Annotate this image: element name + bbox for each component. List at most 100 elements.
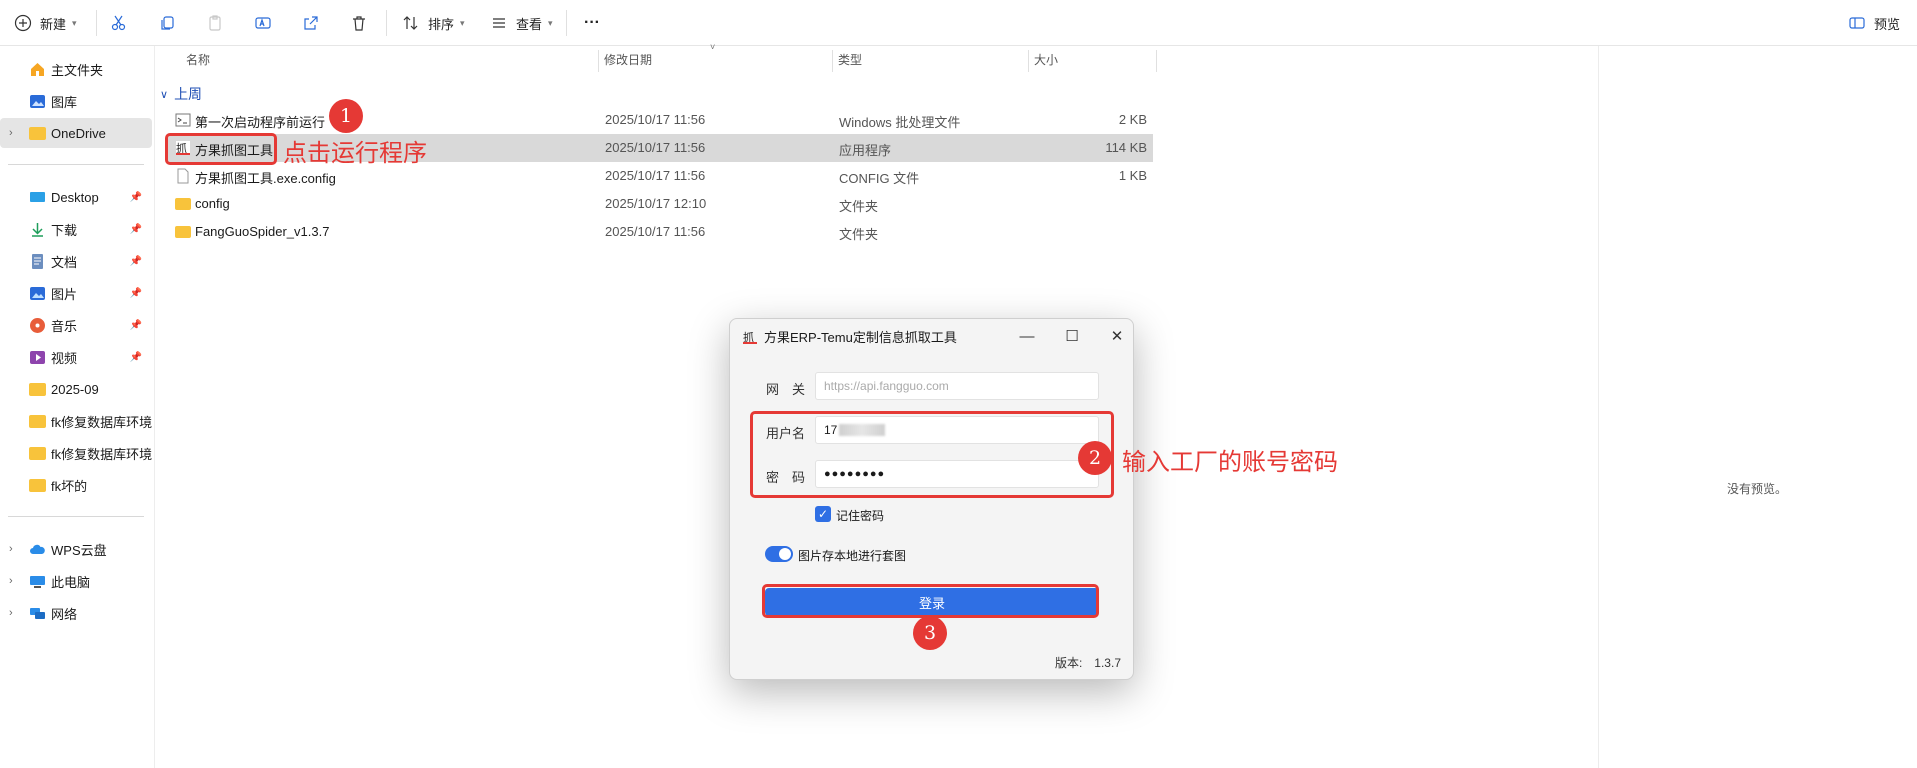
- column-divider[interactable]: [1156, 50, 1157, 72]
- chevron-right-icon: ›: [9, 543, 13, 555]
- close-button[interactable]: ✕: [1102, 324, 1132, 348]
- save-images-toggle[interactable]: [765, 546, 793, 562]
- column-divider[interactable]: [832, 50, 833, 72]
- computer-icon: [30, 575, 45, 588]
- svg-text:抓: 抓: [743, 330, 754, 344]
- plus-icon: [12, 12, 34, 34]
- sidebar-item-label: OneDrive: [51, 125, 106, 141]
- column-divider[interactable]: [1028, 50, 1029, 72]
- sidebar-item-label: 图库: [51, 94, 78, 110]
- rename-button[interactable]: [252, 10, 274, 36]
- preview-pane-divider[interactable]: [1598, 46, 1599, 768]
- sort-icon: [400, 12, 422, 34]
- download-icon: [32, 222, 43, 237]
- share-button[interactable]: [300, 10, 322, 36]
- toolbar-divider: [566, 10, 567, 36]
- delete-button[interactable]: [348, 10, 370, 36]
- more-options-button[interactable]: ···: [584, 10, 600, 36]
- cloud-icon: [30, 544, 45, 554]
- new-button[interactable]: 新建 ▾: [12, 10, 77, 36]
- file-name: 方果抓图工具.exe.config: [195, 171, 336, 186]
- sidebar-item-videos[interactable]: 视频 📌: [0, 342, 152, 372]
- group-header-last-week[interactable]: ∨ 上周: [160, 84, 202, 104]
- folder-icon: [175, 226, 191, 238]
- remember-password-label: 记住密码: [836, 509, 885, 523]
- sidebar-item-music[interactable]: 音乐 📌: [0, 310, 152, 340]
- sidebar-item-network[interactable]: › 网络: [0, 598, 152, 628]
- sidebar-item-folder-fk-broken[interactable]: fk坏的: [0, 470, 152, 500]
- file-date: 2025/10/17 12:10: [605, 196, 707, 211]
- column-divider[interactable]: [598, 50, 599, 72]
- file-row[interactable]: 第一次启动程序前运行 2025/10/17 11:56 Windows 批处理文…: [167, 106, 1153, 134]
- file-size: 114 KB: [1105, 140, 1147, 155]
- paste-button[interactable]: [204, 10, 226, 36]
- toolbar-divider: [386, 10, 387, 36]
- sidebar-item-downloads[interactable]: 下载 📌: [0, 214, 152, 244]
- preview-button[interactable]: 预览: [1846, 10, 1900, 36]
- file-row[interactable]: config 2025/10/17 12:10 文件夹: [167, 190, 1153, 218]
- check-icon: ✓: [817, 507, 829, 521]
- sidebar-item-label: fk坏的: [51, 478, 88, 494]
- chevron-down-icon: ∨: [160, 88, 169, 101]
- sidebar-item-wps-cloud[interactable]: › WPS云盘: [0, 534, 152, 564]
- sidebar-item-this-pc[interactable]: › 此电脑: [0, 566, 152, 596]
- pin-icon: 📌: [129, 351, 142, 363]
- sidebar-item-home[interactable]: 主文件夹: [0, 54, 152, 84]
- column-label: 名称: [186, 52, 211, 67]
- column-header-size[interactable]: 大小: [1034, 46, 1058, 72]
- column-label: 类型: [838, 52, 863, 67]
- sidebar-item-label: WPS云盘: [51, 542, 107, 558]
- chevron-down-icon: ▾: [460, 17, 465, 28]
- dialog-title-bar: 抓 方果ERP-Temu定制信息抓取工具: [742, 327, 957, 346]
- column-header-name[interactable]: 名称: [186, 46, 210, 72]
- file-row[interactable]: FangGuoSpider_v1.3.7 2025/10/17 11:56 文件…: [167, 218, 1153, 246]
- sidebar-item-label: 2025-09: [51, 381, 99, 397]
- sidebar-item-documents[interactable]: 文档 📌: [0, 246, 152, 276]
- column-header-type[interactable]: 类型: [838, 46, 862, 72]
- remember-password-checkbox[interactable]: ✓: [815, 506, 831, 522]
- minimize-button[interactable]: —: [1012, 324, 1042, 348]
- view-label: 查看: [516, 16, 543, 32]
- sidebar-item-onedrive[interactable]: › OneDrive: [0, 118, 152, 148]
- annotation-highlight-app: [165, 133, 277, 165]
- chevron-right-icon: ›: [9, 575, 13, 587]
- folder-icon: [29, 127, 46, 140]
- copy-button[interactable]: [156, 10, 178, 36]
- sidebar-item-label: 网络: [51, 606, 78, 622]
- maximize-icon: ☐: [1065, 328, 1079, 345]
- version-text: 版本: 1.3.7: [1054, 656, 1121, 670]
- pin-icon: 📌: [129, 319, 142, 331]
- file-size: 1 KB: [1118, 168, 1147, 183]
- share-icon: [300, 12, 322, 34]
- view-button[interactable]: 查看 ▾: [488, 10, 553, 36]
- sidebar-item-desktop[interactable]: Desktop 📌: [0, 182, 152, 212]
- sidebar-divider: [8, 164, 144, 165]
- gateway-input[interactable]: https://api.fangguo.com: [815, 372, 1099, 400]
- sidebar-divider: [8, 516, 144, 517]
- sidebar-item-folder-2025-09[interactable]: 2025-09: [0, 374, 152, 404]
- document-icon: [32, 253, 43, 269]
- sidebar-item-label: 文档: [51, 254, 78, 270]
- folder-icon: [29, 415, 46, 428]
- sidebar-item-folder-fk-repair-1[interactable]: fk修复数据库环境: [0, 406, 152, 436]
- cut-button[interactable]: [108, 10, 130, 36]
- chevron-right-icon: ›: [9, 607, 13, 619]
- file-size: 2 KB: [1118, 112, 1147, 127]
- more-icon: ···: [584, 14, 600, 31]
- save-images-label: 图片存本地进行套图: [798, 549, 907, 563]
- file-name: FangGuoSpider_v1.3.7: [195, 224, 330, 239]
- file-type: 应用程序: [839, 143, 892, 158]
- gateway-label: 网 关: [766, 382, 806, 397]
- sidebar-item-label: 视频: [51, 350, 78, 366]
- pin-icon: 📌: [129, 191, 142, 203]
- minimize-icon: —: [1019, 327, 1035, 345]
- sidebar-item-folder-fk-repair-2[interactable]: fk修复数据库环境: [0, 438, 152, 468]
- maximize-button[interactable]: ☐: [1057, 324, 1087, 348]
- no-preview-text: 没有预览。: [1727, 482, 1788, 496]
- preview-pane-icon: [1846, 12, 1868, 34]
- column-header-date[interactable]: 修改日期: [604, 46, 652, 72]
- sidebar-item-pictures[interactable]: 图片 📌: [0, 278, 152, 308]
- command-bar: 新建 ▾ 排序 ▾ 查看 ▾ ··· 预览: [0, 0, 1917, 46]
- sort-button[interactable]: 排序 ▾: [400, 10, 465, 36]
- sidebar-item-gallery[interactable]: 图库: [0, 86, 152, 116]
